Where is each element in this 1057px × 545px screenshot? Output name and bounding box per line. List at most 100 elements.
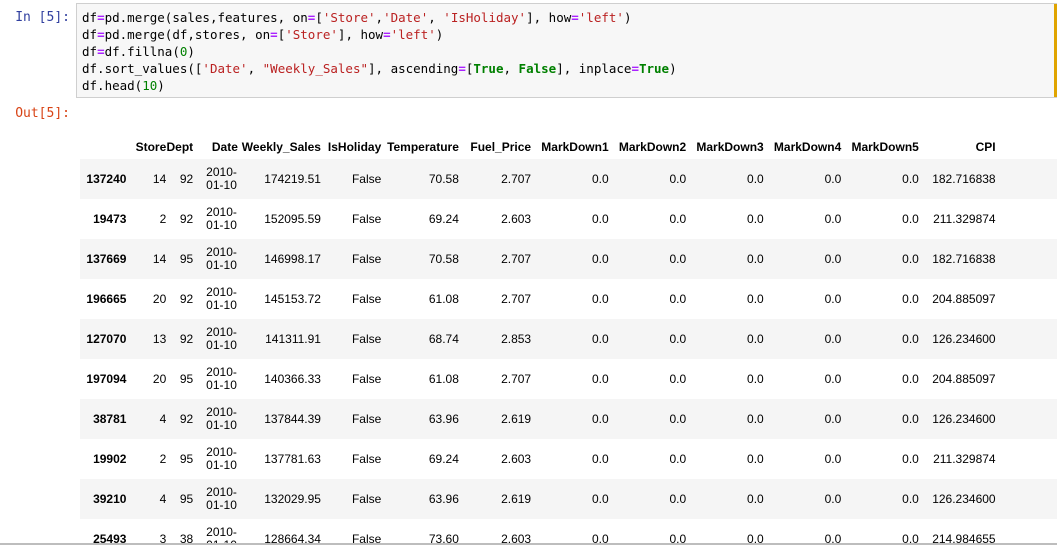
column-header: MarkDown3	[696, 140, 764, 154]
row-index: 127070	[86, 332, 127, 346]
cell-dept: 95	[179, 492, 194, 506]
cell-date-part: 01-10	[206, 338, 237, 352]
table-row: 39210 4 95 2010- 01-10 132029.95 False 63.96 2.6…	[80, 479, 1057, 519]
cell-fuel-price: 2.603	[501, 452, 532, 466]
cell-md2: 0.0	[669, 532, 687, 545]
cell-is-holiday: False	[351, 372, 382, 386]
cell-dept: 95	[179, 372, 194, 386]
cell-date: 2010- 01-10	[193, 199, 238, 239]
cell-temperature: 63.96	[428, 492, 459, 506]
cell-weekly-sales: 146998.17	[264, 252, 321, 266]
cell-md1: 0.0	[591, 292, 609, 306]
cell-md2: 0.0	[669, 212, 687, 226]
cell-date-part: 01-10	[206, 218, 237, 232]
cell-md2: 0.0	[669, 372, 687, 386]
column-header	[80, 104, 126, 159]
cell-md2: 0.0	[669, 452, 687, 466]
cell-weekly-sales: 137781.63	[264, 452, 321, 466]
cell-is-holiday: False	[351, 172, 382, 186]
cell-md4: 0.0	[824, 292, 842, 306]
cell-md1: 0.0	[591, 252, 609, 266]
cell-md5: 0.0	[902, 412, 919, 426]
cell-md4: 0.0	[824, 172, 842, 186]
cell-weekly-sales: 128664.34	[264, 532, 321, 545]
cell-cpi: 214.984655	[932, 532, 996, 545]
cell-dept: 95	[179, 252, 194, 266]
column-header: Dept	[166, 140, 194, 154]
cell-md1: 0.0	[591, 212, 609, 226]
cell-date: 2010- 01-10	[193, 239, 238, 279]
row-index: 137240	[86, 172, 127, 186]
table-header-row: Store Dept Date Weekly_Sales IsHoliday Temper…	[80, 104, 1057, 159]
column-header: Store	[135, 140, 167, 154]
row-index: 19902	[93, 452, 127, 466]
cell-truncated	[996, 399, 1057, 439]
cell-md3: 0.0	[747, 492, 764, 506]
cell-fuel-price: 2.619	[501, 412, 532, 426]
cell-md3: 0.0	[747, 172, 764, 186]
cell-temperature: 73.60	[428, 532, 459, 545]
cell-truncated	[996, 279, 1057, 319]
cell-is-holiday: False	[351, 492, 382, 506]
cell-cpi: 182.716838	[932, 172, 996, 186]
cell-temperature: 70.58	[428, 252, 459, 266]
cell-truncated	[996, 319, 1057, 359]
row-index: 137669	[86, 252, 127, 266]
table-row: 127070 13 92 2010- 01-10 141311.91 False 68.74 2…	[80, 319, 1057, 359]
cell-fuel-price: 2.603	[501, 532, 532, 545]
table-row: 19473 2 92 2010- 01-10 152095.59 False 69.24 2.6…	[80, 199, 1057, 239]
cell-md2: 0.0	[669, 492, 687, 506]
cell-is-holiday: False	[351, 292, 382, 306]
cell-md5: 0.0	[902, 452, 919, 466]
cell-md5: 0.0	[902, 252, 919, 266]
cell-store: 2	[159, 452, 167, 466]
cell-md2: 0.0	[669, 172, 687, 186]
cell-cpi: 211.329874	[933, 212, 996, 226]
cell-md5: 0.0	[902, 212, 919, 226]
code-cell[interactable]: df=pd.merge(sales,features, on=['Store',…	[76, 3, 1057, 98]
cell-date: 2010- 01-10	[193, 479, 238, 519]
cell-temperature: 61.08	[428, 372, 459, 386]
cell-is-holiday: False	[351, 212, 382, 226]
cell-is-holiday: False	[351, 532, 382, 545]
cell-truncated	[996, 159, 1057, 199]
cell-md4: 0.0	[824, 532, 842, 545]
cell-date-part: 01-10	[206, 258, 237, 272]
cell-dept: 92	[179, 292, 194, 306]
cell-cpi: 211.329874	[933, 452, 996, 466]
cell-md1: 0.0	[591, 492, 609, 506]
cell-md2: 0.0	[669, 332, 687, 346]
cell-date-part: 01-10	[206, 378, 237, 392]
cell-md4: 0.0	[824, 492, 842, 506]
row-index: 25493	[93, 532, 127, 545]
cell-truncated	[996, 519, 1057, 545]
cell-md1: 0.0	[591, 372, 609, 386]
cell-cpi: 204.885097	[932, 292, 996, 306]
table-row: 19902 2 95 2010- 01-10 137781.63 False 69.24 2.6…	[80, 439, 1057, 479]
dataframe-table: Store Dept Date Weekly_Sales IsHoliday Temper…	[80, 104, 1057, 545]
cell-dept: 92	[179, 332, 194, 346]
row-index: 196665	[86, 292, 127, 306]
cell-cpi: 204.885097	[932, 372, 996, 386]
cell-cpi: 126.234600	[932, 412, 996, 426]
output-prompt: Out[5]:	[15, 106, 70, 121]
cell-date: 2010- 01-10	[193, 359, 238, 399]
cell-temperature: 61.08	[428, 292, 459, 306]
code-editor[interactable]: df=pd.merge(sales,features, on=['Store',…	[82, 9, 677, 94]
cell-date-part: 01-10	[206, 458, 237, 472]
cell-md4: 0.0	[824, 412, 842, 426]
column-header: MarkDown5	[851, 140, 919, 154]
column-header: CPI	[975, 140, 996, 154]
cell-md1: 0.0	[591, 172, 609, 186]
cell-fuel-price: 2.707	[501, 172, 532, 186]
cell-md5: 0.0	[902, 532, 919, 545]
cell-fuel-price: 2.853	[501, 332, 532, 346]
cell-truncated	[996, 359, 1057, 399]
cell-md5: 0.0	[902, 172, 919, 186]
column-header-truncated	[996, 104, 1057, 159]
cell-md4: 0.0	[824, 372, 842, 386]
cell-dept: 92	[179, 412, 194, 426]
cell-md5: 0.0	[902, 292, 919, 306]
row-index: 197094	[86, 372, 127, 386]
cell-md3: 0.0	[747, 372, 764, 386]
